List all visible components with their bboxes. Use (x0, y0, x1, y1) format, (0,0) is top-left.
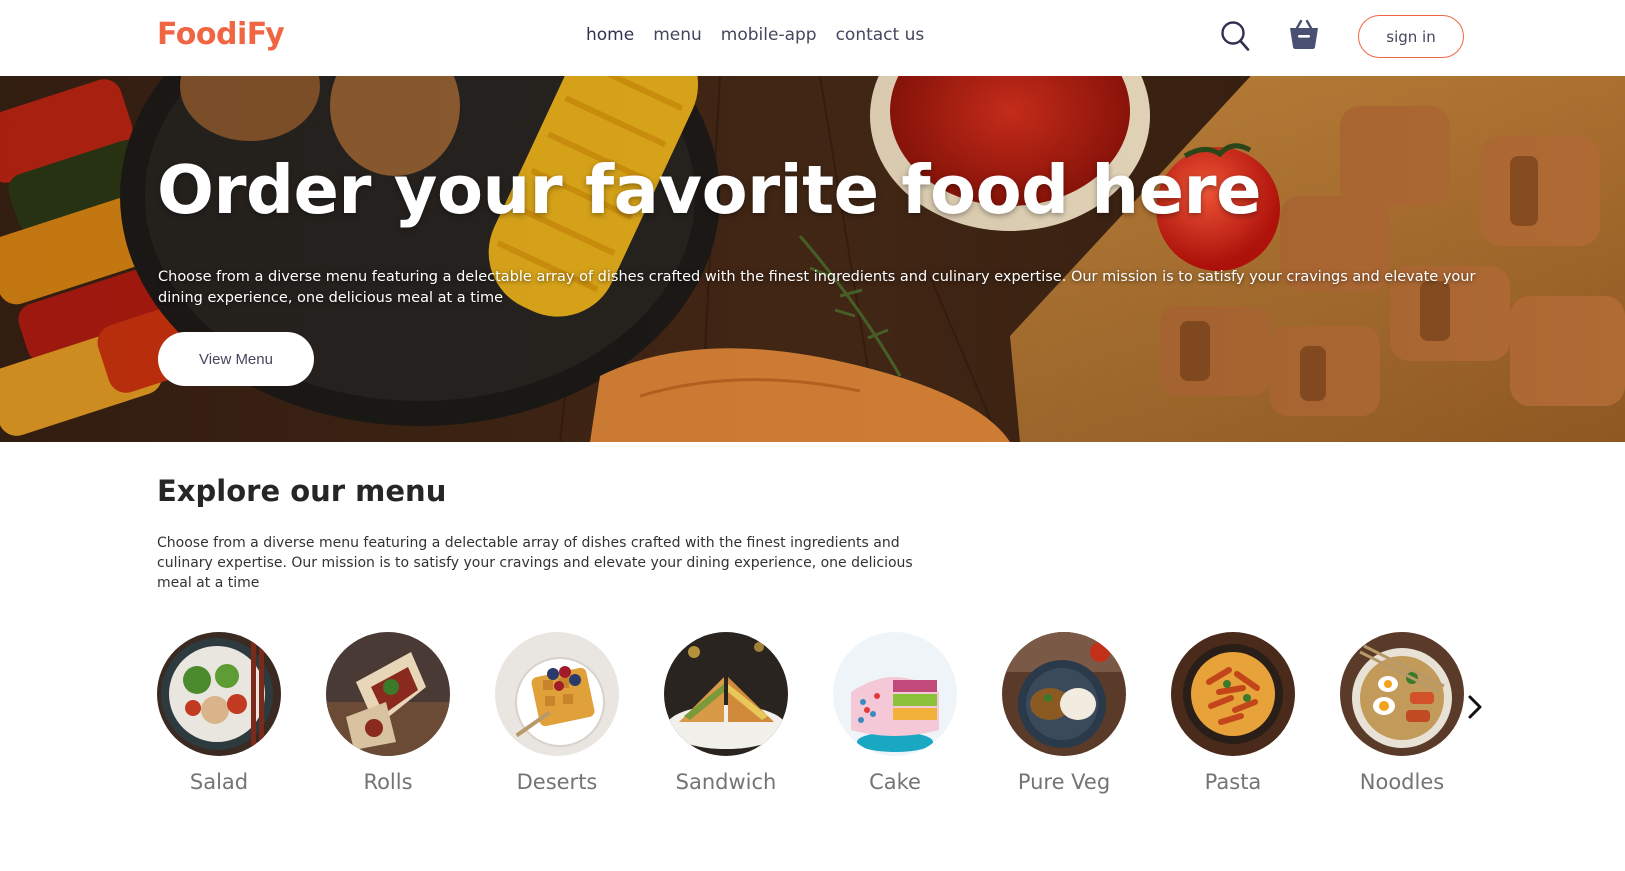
menu-item-sandwich[interactable]: Sandwich (664, 632, 788, 794)
basket-icon[interactable] (1288, 18, 1320, 50)
salad-image (157, 632, 281, 756)
hero-background-image (0, 76, 1625, 442)
hero-banner: Order your favorite food here Choose fro… (0, 76, 1625, 442)
sign-in-button[interactable]: sign in (1358, 15, 1464, 58)
view-menu-button[interactable]: View Menu (158, 332, 314, 386)
search-icon[interactable] (1220, 20, 1250, 52)
pure-veg-image (1002, 632, 1126, 756)
menu-item-label: Rolls (363, 770, 413, 794)
logo[interactable]: FoodiFy (157, 17, 285, 52)
menu-item-pasta[interactable]: Pasta (1171, 632, 1295, 794)
menu-item-label: Pasta (1204, 770, 1262, 794)
cake-image (833, 632, 957, 756)
nav-link-mobile-app[interactable]: mobile-app (721, 25, 817, 45)
menu-item-label: Noodles (1359, 770, 1445, 794)
explore-menu-title: Explore our menu (157, 474, 447, 508)
hero-title: Order your favorite food here (157, 151, 1262, 229)
menu-item-label: Salad (189, 770, 249, 794)
menu-item-deserts[interactable]: Deserts (495, 632, 619, 794)
rolls-image (326, 632, 450, 756)
nav-link-menu[interactable]: menu (653, 25, 702, 45)
pasta-image (1171, 632, 1295, 756)
sandwich-image (664, 632, 788, 756)
hero-description: Choose from a diverse menu featuring a d… (158, 269, 1476, 306)
nav-links: home menu mobile-app contact us (586, 25, 924, 45)
menu-item-rolls[interactable]: Rolls (326, 632, 450, 794)
navbar: FoodiFy home menu mobile-app contact us … (0, 0, 1625, 76)
explore-menu-description: Choose from a diverse menu featuring a d… (157, 535, 913, 591)
menu-item-noodles[interactable]: Noodles (1340, 632, 1464, 794)
nav-link-home[interactable]: home (586, 25, 634, 45)
deserts-image (495, 632, 619, 756)
menu-item-label: Deserts (516, 770, 598, 794)
menu-item-cake[interactable]: Cake (833, 632, 957, 794)
menu-item-salad[interactable]: Salad (157, 632, 281, 794)
chevron-right-icon[interactable] (1464, 694, 1486, 720)
menu-category-list: Salad Rolls Deserts Sandwich Cake Pure V… (157, 632, 1477, 812)
menu-item-label: Cake (869, 770, 921, 794)
noodles-image (1340, 632, 1464, 756)
menu-item-pure-veg[interactable]: Pure Veg (1002, 632, 1126, 794)
menu-item-label: Pure Veg (1017, 770, 1111, 794)
menu-item-label: Sandwich (675, 770, 777, 794)
nav-link-contact-us[interactable]: contact us (836, 25, 925, 45)
